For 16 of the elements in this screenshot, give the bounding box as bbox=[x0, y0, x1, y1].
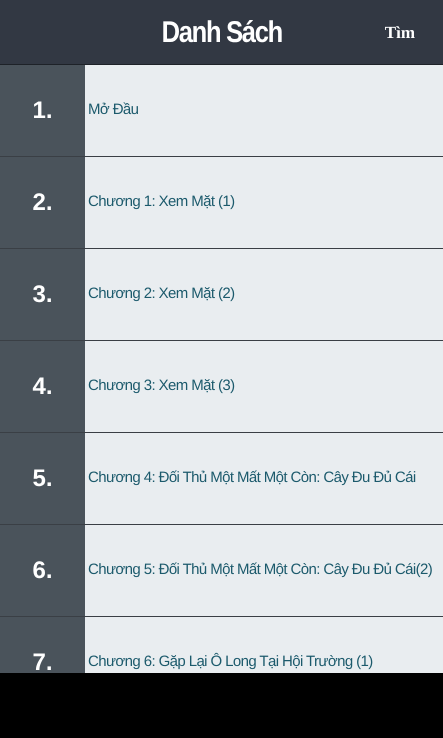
chapter-number: 5. bbox=[32, 464, 52, 494]
chapter-title: Chương 3: Xem Mặt (3) bbox=[88, 376, 234, 396]
chapter-number: 3. bbox=[32, 280, 52, 310]
chapter-number: 1. bbox=[32, 96, 52, 126]
chapter-title: Chương 5: Đối Thủ Một Mất Một Còn: Cây Đu Đủ Cái(2) bbox=[88, 560, 432, 580]
chapter-number: 2. bbox=[32, 188, 52, 218]
chapter-number: 7. bbox=[32, 648, 52, 673]
search-button[interactable]: Tìm bbox=[384, 20, 415, 46]
page-title: Danh Sách bbox=[161, 14, 282, 50]
chapter-title: Chương 2: Xem Mặt (2) bbox=[88, 284, 234, 304]
chapter-title: Chương 6: Gặp Lại Ô Long Tại Hội Trường (1) bbox=[88, 652, 373, 672]
chapter-number: 6. bbox=[32, 556, 52, 586]
chapter-number: 4. bbox=[32, 372, 52, 402]
chapter-title: Mở Đầu bbox=[88, 100, 138, 120]
chapter-title: Chương 1: Xem Mặt (1) bbox=[88, 192, 234, 212]
chapter-title: Chương 4: Đối Thủ Một Mất Một Còn: Cây Đu Đủ Cái bbox=[88, 468, 416, 488]
